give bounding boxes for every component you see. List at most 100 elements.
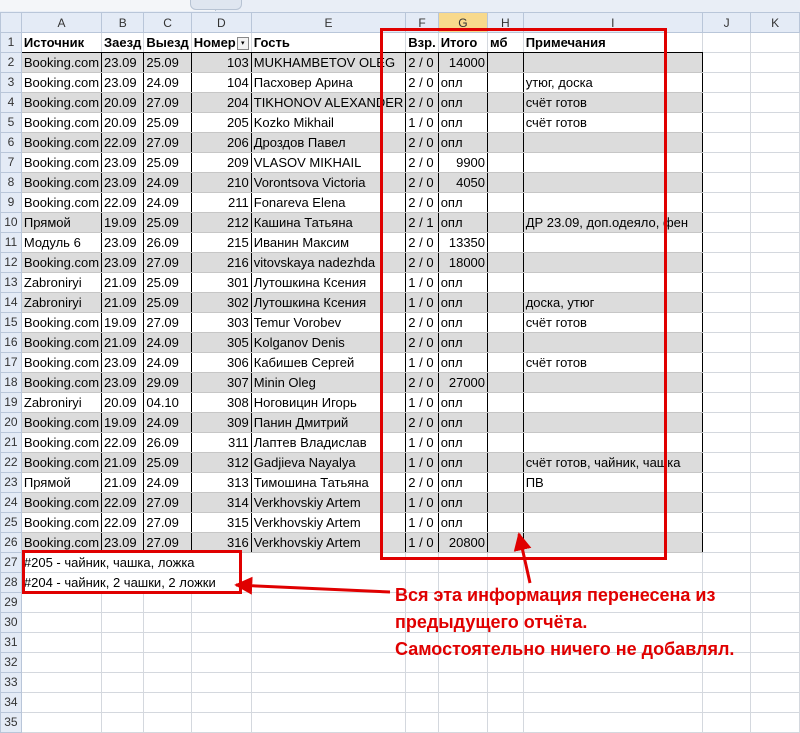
empty-cell[interactable] — [750, 92, 800, 113]
total-cell[interactable]: опл — [437, 132, 489, 153]
checkout-cell[interactable]: 24.09 — [143, 352, 192, 373]
empty-cell[interactable] — [750, 252, 800, 273]
empty-cell[interactable] — [750, 392, 800, 413]
column-header-c[interactable]: C — [143, 12, 192, 33]
checkin-cell[interactable]: 19.09 — [101, 312, 145, 333]
adults-cell[interactable]: 2 / 0 — [405, 152, 439, 173]
checkin-cell[interactable]: 22.09 — [101, 432, 145, 453]
empty-cell[interactable] — [143, 632, 192, 653]
adults-cell[interactable]: 1 / 0 — [405, 272, 439, 293]
total-cell[interactable]: опл — [437, 192, 489, 213]
minibar-cell[interactable] — [487, 192, 524, 213]
checkout-cell[interactable]: 27.09 — [143, 252, 192, 273]
column-header-i[interactable]: I — [522, 12, 703, 33]
empty-cell[interactable] — [20, 712, 103, 733]
column-header-g[interactable]: G — [437, 12, 489, 33]
notes-cell[interactable] — [522, 272, 703, 293]
checkout-cell[interactable]: 25.09 — [143, 212, 192, 233]
header-cell[interactable]: Гость — [250, 32, 407, 53]
adults-cell[interactable]: 1 / 0 — [405, 492, 439, 513]
column-header-h[interactable]: H — [487, 12, 524, 33]
source-cell[interactable]: Booking.com — [20, 372, 103, 393]
row-header[interactable]: 11 — [0, 232, 22, 253]
total-cell[interactable]: 20800 — [437, 532, 489, 553]
minibar-cell[interactable] — [487, 92, 524, 113]
empty-cell[interactable] — [750, 492, 800, 513]
source-cell[interactable]: Booking.com — [20, 92, 103, 113]
empty-cell[interactable] — [405, 692, 439, 713]
source-cell[interactable]: Booking.com — [20, 312, 103, 333]
room-cell[interactable]: 309 — [190, 412, 252, 433]
empty-cell[interactable] — [701, 292, 752, 313]
checkout-cell[interactable]: 27.09 — [143, 132, 192, 153]
empty-cell[interactable] — [250, 672, 407, 693]
source-cell[interactable]: Booking.com — [20, 112, 103, 133]
empty-cell[interactable] — [750, 52, 800, 73]
row-header[interactable]: 18 — [0, 372, 22, 393]
row-header[interactable]: 30 — [0, 612, 22, 633]
empty-cell[interactable] — [101, 712, 145, 733]
adults-cell[interactable]: 2 / 0 — [405, 252, 439, 273]
checkout-cell[interactable]: 25.09 — [143, 152, 192, 173]
empty-cell[interactable] — [701, 412, 752, 433]
checkin-cell[interactable]: 21.09 — [101, 292, 145, 313]
checkin-cell[interactable]: 23.09 — [101, 172, 145, 193]
checkout-cell[interactable]: 27.09 — [143, 312, 192, 333]
notes-cell[interactable] — [522, 412, 703, 433]
notes-cell[interactable]: счёт готов — [522, 92, 703, 113]
checkout-cell[interactable]: 29.09 — [143, 372, 192, 393]
empty-cell[interactable] — [190, 652, 252, 673]
row-header[interactable]: 27 — [0, 552, 22, 573]
source-cell[interactable]: Zabroniryi — [20, 292, 103, 313]
checkin-cell[interactable]: 22.09 — [101, 492, 145, 513]
empty-cell[interactable] — [405, 712, 439, 733]
room-cell[interactable]: 205 — [190, 112, 252, 133]
minibar-cell[interactable] — [487, 412, 524, 433]
row-header[interactable]: 8 — [0, 172, 22, 193]
room-cell[interactable]: 316 — [190, 532, 252, 553]
guest-cell[interactable]: Verkhovskiy Artem — [250, 512, 407, 533]
guest-cell[interactable]: Лаптев Владислав — [250, 432, 407, 453]
empty-cell[interactable] — [750, 412, 800, 433]
empty-cell[interactable] — [750, 452, 800, 473]
empty-cell[interactable] — [20, 632, 103, 653]
minibar-cell[interactable] — [487, 532, 524, 553]
header-cell[interactable]: Примечания — [522, 32, 703, 53]
total-cell[interactable]: опл — [437, 412, 489, 433]
checkin-cell[interactable]: 22.09 — [101, 132, 145, 153]
row-header[interactable]: 1 — [0, 32, 22, 53]
empty-cell[interactable] — [143, 592, 192, 613]
minibar-cell[interactable] — [487, 432, 524, 453]
guest-cell[interactable]: vitovskaya nadezhda — [250, 252, 407, 273]
notes-cell[interactable] — [522, 172, 703, 193]
empty-cell[interactable] — [250, 712, 407, 733]
checkout-cell[interactable]: 26.09 — [143, 232, 192, 253]
adults-cell[interactable]: 1 / 0 — [405, 432, 439, 453]
guest-cell[interactable]: Gadjieva Nayalya — [250, 452, 407, 473]
source-cell[interactable]: Zabroniryi — [20, 272, 103, 293]
room-cell[interactable]: 204 — [190, 92, 252, 113]
checkin-cell[interactable]: 23.09 — [101, 152, 145, 173]
empty-cell[interactable] — [250, 632, 407, 653]
checkout-cell[interactable]: 25.09 — [143, 272, 192, 293]
empty-cell[interactable] — [101, 612, 145, 633]
empty-cell[interactable] — [522, 712, 703, 733]
empty-cell[interactable] — [701, 532, 752, 553]
empty-cell[interactable] — [750, 332, 800, 353]
room-cell[interactable]: 312 — [190, 452, 252, 473]
notes-cell[interactable] — [522, 392, 703, 413]
total-cell[interactable]: 27000 — [437, 372, 489, 393]
room-cell[interactable]: 104 — [190, 72, 252, 93]
row-header[interactable]: 14 — [0, 292, 22, 313]
adults-cell[interactable]: 2 / 0 — [405, 312, 439, 333]
row-header[interactable]: 6 — [0, 132, 22, 153]
column-header-a[interactable]: A — [20, 12, 103, 33]
empty-cell[interactable] — [750, 472, 800, 493]
row-header[interactable]: 21 — [0, 432, 22, 453]
column-header-k[interactable]: K — [750, 12, 800, 33]
row-header[interactable]: 16 — [0, 332, 22, 353]
row-header[interactable]: 5 — [0, 112, 22, 133]
empty-cell[interactable] — [750, 672, 800, 693]
row-header[interactable]: 12 — [0, 252, 22, 273]
empty-cell[interactable] — [20, 592, 103, 613]
